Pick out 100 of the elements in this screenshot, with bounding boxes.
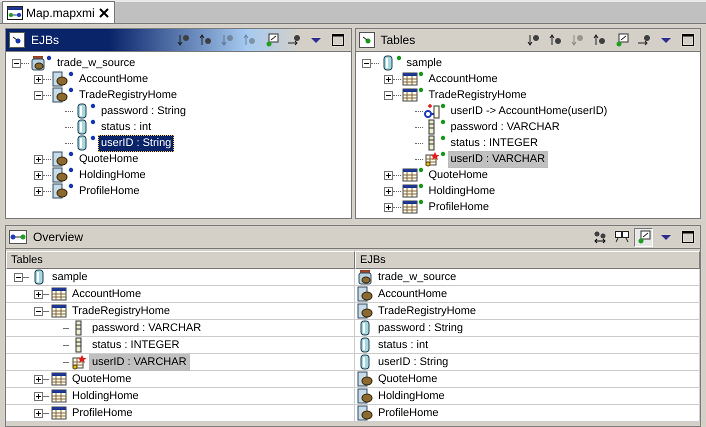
map-icon xyxy=(7,6,23,20)
tree-item[interactable]: trade_w_source xyxy=(54,54,138,72)
maximize-icon xyxy=(330,32,346,48)
tree-item[interactable]: userID -> AccountHome(userID) xyxy=(448,102,610,120)
compare-icon xyxy=(614,229,630,245)
tree-item[interactable]: AccountHome xyxy=(426,70,501,88)
table-cell[interactable]: HoldingHome xyxy=(69,388,142,404)
expand-toggle[interactable] xyxy=(34,170,43,180)
tree-item[interactable]: userID : VARCHAR xyxy=(448,150,548,168)
expand-toggle[interactable] xyxy=(12,58,21,68)
tree-item[interactable]: password : VARCHAR xyxy=(448,118,563,136)
tree-item[interactable]: status : int xyxy=(98,118,154,136)
expand-toggle[interactable] xyxy=(34,74,43,84)
tree-item[interactable]: ProfileHome xyxy=(426,198,492,216)
bean-icon xyxy=(357,405,373,421)
toolbar-button[interactable] xyxy=(634,228,653,246)
expand-toggle[interactable] xyxy=(34,90,43,100)
panel-icon xyxy=(358,32,374,48)
panel-title: Tables xyxy=(380,33,416,47)
bean-icon xyxy=(52,71,74,87)
expand-toggle[interactable] xyxy=(384,74,392,84)
swap-icon xyxy=(592,229,608,245)
tree-item[interactable]: HoldingHome xyxy=(426,182,498,200)
tree-item[interactable]: TradeRegistryHome xyxy=(76,86,180,104)
check-box-icon xyxy=(264,32,280,48)
bean-icon xyxy=(357,388,373,404)
arrow-up-icon xyxy=(592,32,608,48)
expand-toggle[interactable] xyxy=(384,170,392,180)
bean-icon xyxy=(357,286,373,302)
column-header[interactable]: EJBs xyxy=(355,251,700,269)
table-cell-text: ProfileHome xyxy=(377,406,440,420)
expand-toggle[interactable] xyxy=(14,272,23,282)
bean-icon xyxy=(52,183,74,199)
expand-toggle[interactable] xyxy=(34,392,43,400)
table-icon xyxy=(402,199,424,215)
tree-item[interactable]: HoldingHome xyxy=(76,166,149,184)
bean-icon xyxy=(52,167,74,183)
table-cell[interactable]: AccountHome xyxy=(69,286,144,302)
table-cell-text: userID : String xyxy=(377,354,450,370)
table-cell[interactable]: ProfileHome xyxy=(69,404,136,422)
link-icon xyxy=(636,32,652,48)
connection-icon xyxy=(9,230,27,244)
table-cell-text: password : String xyxy=(377,320,464,336)
tree-item[interactable]: sample xyxy=(404,54,445,72)
tree-item[interactable]: QuoteHome xyxy=(426,166,491,184)
panel-icon xyxy=(9,32,25,48)
expand-toggle[interactable] xyxy=(34,290,43,298)
table-cell-text: status : int xyxy=(377,338,430,352)
tab-title: Map.mapxmi xyxy=(26,6,95,20)
arrow-down-icon xyxy=(220,32,236,48)
key-icon xyxy=(424,103,446,119)
table-icon xyxy=(402,71,424,87)
expand-toggle[interactable] xyxy=(384,90,392,100)
table-icon xyxy=(51,388,67,404)
tree-item[interactable]: AccountHome xyxy=(76,70,152,88)
expand-toggle[interactable] xyxy=(34,154,43,164)
editor-tab[interactable]: Map.mapxmi xyxy=(2,1,115,23)
jar-icon xyxy=(357,269,373,285)
table-cell-text: HoldingHome xyxy=(377,388,446,404)
expand-toggle[interactable] xyxy=(362,58,370,68)
tree-item[interactable]: userID : String xyxy=(98,134,174,152)
bean-icon xyxy=(357,303,373,319)
table-icon xyxy=(51,371,67,387)
tree-item[interactable]: ProfileHome xyxy=(76,182,143,200)
table-cell[interactable]: userID : VARCHAR xyxy=(89,354,190,370)
table-cell-text: QuoteHome xyxy=(377,372,438,386)
table-cell-text: AccountHome xyxy=(377,286,448,302)
bean-icon xyxy=(52,87,74,103)
table-icon xyxy=(51,303,67,319)
close-icon[interactable] xyxy=(98,6,110,18)
table-cell-text: TradeRegistryHome xyxy=(377,304,478,318)
jar-icon xyxy=(30,55,52,71)
table-icon xyxy=(402,167,424,183)
column-header[interactable]: Tables xyxy=(6,251,355,269)
arrow-down-icon xyxy=(570,32,586,48)
table-cell[interactable]: TradeRegistryHome xyxy=(69,302,174,320)
tree-item[interactable]: TradeRegistryHome xyxy=(426,86,530,104)
panel-title: EJBs xyxy=(31,33,60,47)
check-box-icon xyxy=(614,32,630,48)
expand-toggle[interactable] xyxy=(384,186,392,196)
table-icon xyxy=(51,286,67,302)
arrow-down-icon xyxy=(526,32,542,48)
bean-icon xyxy=(52,151,74,167)
link-icon xyxy=(286,32,302,48)
check-box-icon xyxy=(636,229,652,245)
expand-toggle[interactable] xyxy=(34,186,43,196)
table-cell[interactable]: status : INTEGER xyxy=(89,336,182,354)
table-cell[interactable]: QuoteHome xyxy=(69,370,134,388)
expand-toggle[interactable] xyxy=(34,374,43,384)
tree-item[interactable]: password : String xyxy=(98,102,189,120)
expand-toggle[interactable] xyxy=(384,202,392,212)
panel-title: Overview xyxy=(33,230,84,244)
tree-item[interactable]: status : INTEGER xyxy=(448,134,541,152)
table-cell[interactable]: sample xyxy=(49,268,90,286)
arrow-up-icon xyxy=(548,32,564,48)
expand-toggle[interactable] xyxy=(34,306,43,316)
table-cell[interactable]: password : VARCHAR xyxy=(89,320,204,336)
expand-toggle[interactable] xyxy=(34,408,43,418)
tree-item[interactable]: QuoteHome xyxy=(76,150,142,168)
key-column-icon xyxy=(424,151,446,167)
